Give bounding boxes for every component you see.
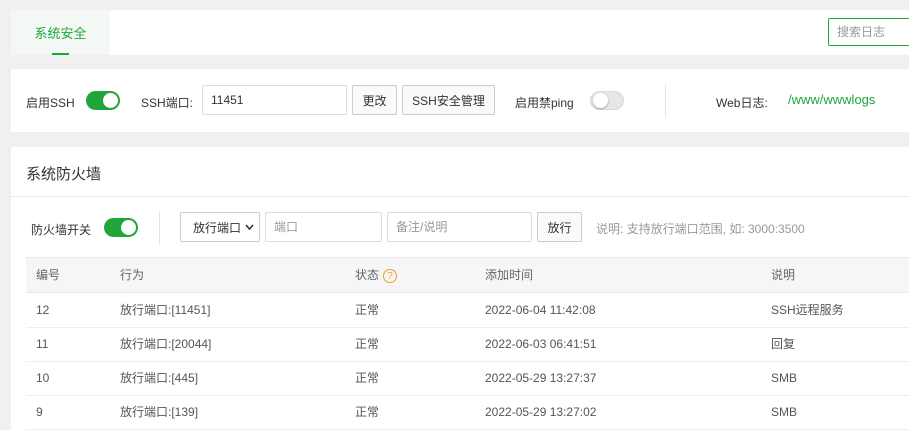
divider [665,84,666,117]
rule-type-value: 放行端口 [193,220,242,235]
cell-action: 放行端口:[445] [120,371,199,385]
ssh-port-label: SSH端口: [141,96,194,110]
cell-time: 2022-05-29 13:27:02 [485,405,597,419]
tab-label: 系统安全 [34,26,87,41]
title-divider [11,196,909,197]
cell-time: 2022-06-03 06:41:51 [485,337,597,351]
ssh-settings-panel: 启用SSH SSH端口: 更改 SSH安全管理 启用禁ping Web日志: /… [11,69,909,132]
disable-ping-toggle[interactable] [590,91,624,110]
cell-status: 正常 [355,337,380,351]
note-input[interactable] [387,212,532,242]
column-header-action[interactable]: 行为 [120,258,144,292]
firewall-toggle[interactable] [104,218,138,237]
firewall-switch-label: 防火墙开关 [31,223,92,237]
help-icon[interactable]: ? [383,268,398,283]
allow-button-label: 放行 [547,220,572,235]
table-header: 编号 行为 状态? 添加时间 说明 [26,257,909,293]
disable-ping-label: 启用禁ping [515,96,574,110]
cell-action: 放行端口:[11451] [120,303,211,317]
table-row[interactable]: 12 放行端口:[11451] 正常 2022-06-04 11:42:08 S… [26,293,909,328]
column-header-note[interactable]: 说明 [771,258,795,292]
change-port-button[interactable]: 更改 [352,85,397,115]
cell-status: 正常 [355,405,380,419]
cell-action: 放行端口:[139] [120,405,199,419]
cell-note: SMB [771,371,798,385]
cell-time: 2022-05-29 13:27:37 [485,371,597,385]
table-row[interactable]: 9 放行端口:[139] 正常 2022-05-29 13:27:02 SMB [26,395,909,430]
toggle-knob [121,220,136,235]
cell-id: 12 [36,303,50,317]
rule-type-select[interactable]: 放行端口 [180,212,260,242]
table-row[interactable]: 11 放行端口:[20044] 正常 2022-06-03 06:41:51 回… [26,327,909,362]
column-header-status-label: 状态 [355,268,380,282]
web-log-path-link[interactable]: /www/wwwlogs [788,92,875,107]
allow-button[interactable]: 放行 [537,212,582,242]
port-input[interactable] [265,212,382,242]
tab-system-security[interactable]: 系统安全 [11,10,110,55]
top-tab-bar: 系统安全 [11,10,909,55]
log-search-input[interactable] [828,18,909,46]
column-header-id[interactable]: 编号 [36,258,60,292]
cell-action: 放行端口:[20044] [120,337,212,351]
cell-id: 9 [36,405,43,419]
cell-status: 正常 [355,303,380,317]
divider [159,211,160,244]
chevron-down-icon [245,224,254,231]
tab-active-indicator [52,53,69,55]
toggle-knob [593,93,608,108]
change-port-button-label: 更改 [362,93,387,108]
ssh-security-manage-label: SSH安全管理 [412,93,485,108]
ssh-port-input[interactable] [202,85,347,115]
firewall-title: 系统防火墙 [26,166,102,183]
table-row[interactable]: 10 放行端口:[445] 正常 2022-05-29 13:27:37 SMB [26,361,909,396]
firewall-panel: 系统防火墙 防火墙开关 放行端口 放行 说明: 支持放行端口范围, 如: 300… [11,147,909,430]
web-log-label: Web日志: [716,96,768,110]
toggle-knob [103,93,118,108]
cell-note: SMB [771,405,798,419]
enable-ssh-label: 启用SSH [26,96,75,110]
column-header-status[interactable]: 状态? [355,258,398,292]
ssh-toggle[interactable] [86,91,120,110]
cell-note: SSH远程服务 [771,303,844,317]
firewall-hint: 说明: 支持放行端口范围, 如: 3000:3500 [596,222,805,236]
column-header-time[interactable]: 添加时间 [485,258,533,292]
cell-id: 11 [36,337,49,351]
cell-status: 正常 [355,371,380,385]
ssh-security-manage-button[interactable]: SSH安全管理 [402,85,495,115]
cell-id: 10 [36,371,50,385]
cell-note: 回复 [771,337,796,351]
cell-time: 2022-06-04 11:42:08 [485,303,596,317]
